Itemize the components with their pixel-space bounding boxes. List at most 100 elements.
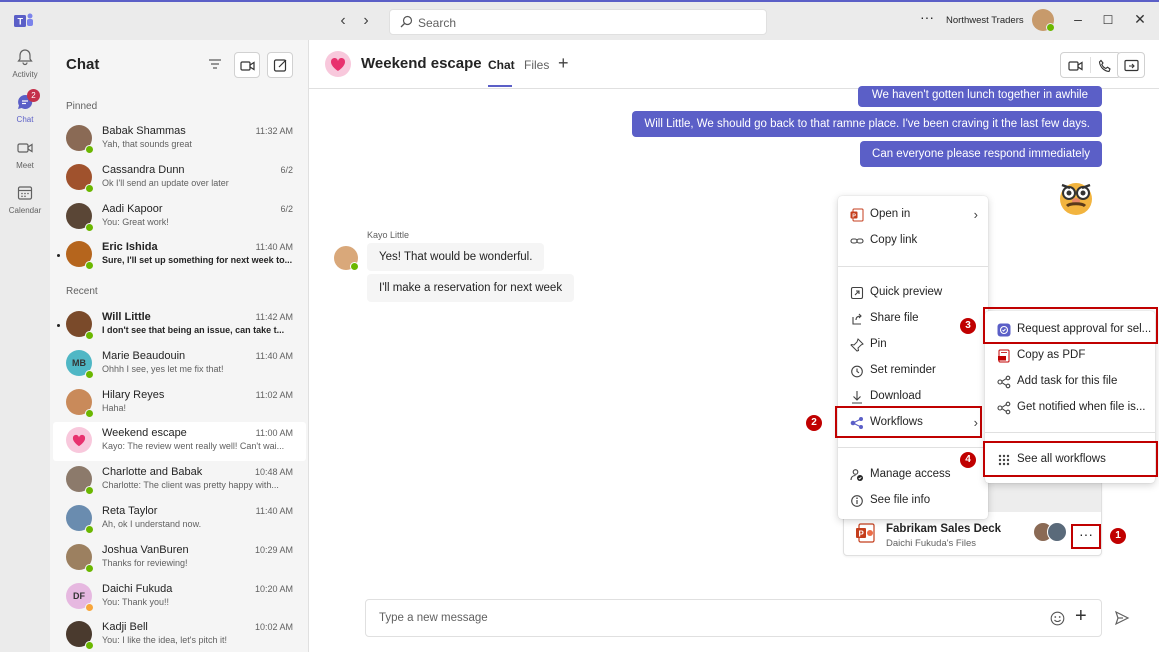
maximize-icon[interactable]: ☐: [1098, 13, 1118, 27]
menu-item-set-reminder[interactable]: Set reminder: [838, 359, 988, 383]
chat-list-item[interactable]: DF Daichi Fukuda You: Thank you!! 10:20 AM: [53, 578, 306, 617]
chat-list-item[interactable]: Cassandra Dunn Ok I'll send an update ove…: [53, 159, 306, 198]
chat-time: 10:29 AM: [254, 544, 293, 555]
menu-item-quick-preview[interactable]: Quick preview: [838, 281, 988, 305]
video-call-icon[interactable]: [1068, 59, 1084, 73]
chat-list-item[interactable]: Charlotte and Babak Charlotte: The client…: [53, 461, 306, 500]
heart-icon: [330, 57, 346, 71]
chat-list-item[interactable]: Joshua VanBuren Thanks for reviewing! 10:2…: [53, 539, 306, 578]
chat-list-item[interactable]: Kadji Bell You: I like the idea, let's pi…: [53, 616, 306, 652]
filter-icon[interactable]: [208, 57, 222, 71]
chat-preview: Yah, that sounds great: [102, 139, 192, 149]
submenu-item-get-notified[interactable]: Get notified when file is...: [985, 396, 1155, 420]
composer-placeholder: Type a new message: [379, 612, 488, 624]
rail-item-activity[interactable]: Activity: [0, 48, 50, 79]
chat-list-item[interactable]: MB Marie Beaudouin Ohhh I see, yes let me …: [53, 345, 306, 384]
section-recent: Recent: [66, 286, 98, 297]
send-icon[interactable]: [1114, 610, 1130, 626]
svg-text:P: P: [859, 529, 865, 538]
unread-dot: [57, 254, 60, 258]
share-screen-button[interactable]: [1117, 52, 1145, 78]
chat-time: 11:32 AM: [255, 126, 293, 136]
presence-indicator: [350, 262, 359, 271]
menu-item-label: Copy link: [870, 234, 918, 246]
unread-dot: [57, 324, 60, 327]
chat-preview: Charlotte: The client was pretty happy w…: [102, 480, 279, 491]
menu-item-see-file-info[interactable]: See file info: [838, 489, 988, 513]
teams-logo-icon: T: [14, 13, 33, 27]
menu-item-open-in[interactable]: P Open in ›: [838, 203, 988, 227]
chat-preview: Kayo: The review went really well! Can't…: [102, 441, 285, 452]
add-attachment-icon[interactable]: +: [1075, 605, 1087, 628]
chat-list-item[interactable]: Aadi Kapoor You: Great work! 6/2: [53, 198, 306, 237]
presence-indicator: [85, 261, 94, 271]
video-camera-icon: [240, 61, 255, 71]
menu-item-pin[interactable]: Pin: [838, 333, 988, 357]
pin-icon: [850, 338, 864, 352]
search-input[interactable]: Search: [389, 9, 767, 35]
chat-list-item[interactable]: Babak Shammas Yah, that sounds great 11:32…: [53, 120, 306, 159]
callout-badge: 4: [960, 452, 976, 468]
my-message[interactable]: Can everyone please respond immediately: [860, 141, 1102, 167]
my-message[interactable]: We haven't gotten lunch together in awhi…: [857, 86, 1102, 107]
new-chat-button[interactable]: [267, 52, 293, 78]
chat-preview: Sure, I'll set up something for next wee…: [102, 255, 293, 266]
pdf-icon: [998, 349, 1010, 363]
title-bar: T ‹ › Search ··· Northwest Traders – ☐ ✕: [0, 0, 1159, 40]
chat-name: Charlotte and Babak: [102, 466, 203, 479]
chat-list-item[interactable]: Eric Ishida Sure, I'll set up something f…: [53, 236, 306, 275]
link-icon: [850, 238, 864, 244]
chat-name: Hilary Reyes: [102, 388, 165, 401]
submenu-item-label: Add task for this file: [1017, 375, 1118, 387]
rail-item-meet[interactable]: Meet: [0, 139, 50, 170]
forward-icon[interactable]: ›: [357, 12, 375, 30]
search-icon: [400, 15, 413, 28]
chat-time: 11:42 AM: [255, 312, 293, 322]
rail-item-calendar[interactable]: Calendar: [0, 184, 50, 215]
menu-divider: [838, 447, 988, 448]
org-name[interactable]: Northwest Traders: [946, 15, 1024, 26]
submenu-item-add-task[interactable]: Add task for this file: [985, 370, 1155, 394]
more-options-icon[interactable]: ···: [920, 9, 934, 25]
file-location: Daichi Fukuda's Files: [886, 538, 976, 549]
menu-item-label: See file info: [870, 494, 931, 506]
chat-list-title: Chat: [66, 56, 100, 73]
chat-preview: Ok I'll send an update over later: [102, 177, 229, 188]
their-message[interactable]: Yes! That would be wonderful.: [367, 243, 545, 271]
see-all-workflows-highlight: [983, 441, 1158, 477]
chat-preview: I don't see that being an issue, can tak…: [102, 325, 285, 335]
menu-item-label: Download: [870, 390, 922, 402]
their-message[interactable]: I'll make a reservation for next week: [367, 274, 575, 302]
back-icon[interactable]: ‹: [334, 12, 352, 30]
workflows-highlight: [835, 406, 982, 438]
message-composer[interactable]: Type a new message +: [365, 599, 1102, 637]
chat-list-item[interactable]: Will Little I don't see that being an iss…: [53, 306, 306, 345]
phone-icon[interactable]: [1098, 59, 1112, 73]
chat-time: 11:40 AM: [255, 506, 293, 516]
file-name[interactable]: Fabrikam Sales Deck: [886, 523, 1001, 535]
close-icon[interactable]: ✕: [1130, 11, 1150, 28]
file-more-options-button[interactable]: ···: [1071, 524, 1101, 549]
preview-icon: [850, 286, 864, 300]
add-tab-icon[interactable]: +: [558, 53, 569, 74]
chat-preview: You: I like the idea, let's pitch it!: [102, 635, 227, 646]
my-message[interactable]: Will Little, We should go back to that r…: [632, 111, 1102, 137]
submenu-item-copy-as-pdf[interactable]: Copy as PDF: [985, 344, 1155, 368]
chat-name: Will Little: [102, 311, 151, 323]
chat-list-item[interactable]: Reta Taylor Ah, ok I understand now. 11:40…: [53, 500, 306, 539]
chat-list-item[interactable]: Hilary Reyes Haha! 11:02 AM: [53, 384, 306, 423]
tab-files[interactable]: Files: [524, 58, 549, 72]
user-avatar[interactable]: [1032, 9, 1055, 32]
callout-badge: 2: [806, 415, 822, 431]
tab-chat[interactable]: Chat: [488, 58, 515, 72]
menu-item-copy-link[interactable]: Copy link: [838, 229, 988, 253]
minimize-icon[interactable]: –: [1068, 11, 1088, 27]
chat-list-item[interactable]: Weekend escape Kayo: The review went real…: [53, 422, 306, 462]
share-icon: [852, 313, 862, 325]
emoji-icon[interactable]: [1050, 611, 1065, 626]
meet-now-button[interactable]: [234, 52, 260, 78]
group-avatar: [325, 51, 351, 77]
powerpoint-file-icon: P: [856, 523, 875, 543]
rail-item-chat[interactable]: 2 Chat: [0, 89, 50, 124]
submenu-item-label: Get notified when file is...: [1017, 401, 1146, 413]
